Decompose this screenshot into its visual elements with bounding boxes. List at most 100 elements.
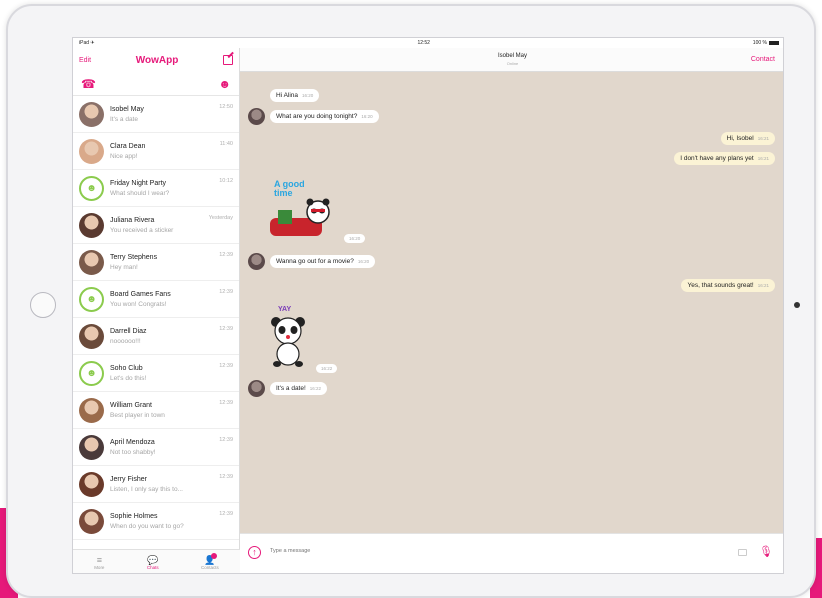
sticker-timestamp: 16:20 bbox=[344, 234, 366, 243]
group-avatar-icon: ☻ bbox=[79, 360, 104, 386]
chat-preview: What should I wear? bbox=[110, 189, 170, 197]
chat-list-item[interactable]: Clara Dean Nice app! 11:40 bbox=[73, 133, 239, 170]
chat-time: 12:39 bbox=[219, 326, 233, 332]
clock-label: 12:52 bbox=[417, 40, 430, 46]
microphone-icon[interactable]: 🎙 bbox=[759, 545, 773, 558]
chat-name: Isobel May bbox=[110, 105, 144, 113]
chat-name: Jerry Fisher bbox=[110, 475, 147, 483]
chat-preview: Listen, I only say this to... bbox=[110, 485, 183, 493]
chat-time: 12:50 bbox=[219, 104, 233, 110]
chat-time: 10:12 bbox=[219, 178, 233, 184]
message-input-bar: ↑ 🎙 bbox=[240, 533, 783, 573]
chat-list-item[interactable]: Terry Stephens Hey man! 12:39 bbox=[73, 244, 239, 281]
group-avatar-icon: ☻ bbox=[79, 286, 104, 312]
chat-text: Soho Club Let's do this! bbox=[110, 365, 233, 382]
chat-name: Terry Stephens bbox=[110, 253, 158, 261]
contact-button[interactable]: Contact bbox=[751, 56, 775, 63]
sidebar-header: Edit WowApp bbox=[73, 48, 239, 72]
avatar bbox=[79, 138, 104, 164]
chat-preview: noooooo!!! bbox=[110, 337, 141, 345]
message-input[interactable] bbox=[270, 548, 690, 554]
chat-text: Terry Stephens Hey man! bbox=[110, 254, 233, 271]
compose-icon[interactable] bbox=[223, 55, 233, 65]
chat-time: 12:39 bbox=[219, 289, 233, 295]
add-attachment-button[interactable]: ↑ bbox=[248, 546, 261, 559]
chat-name: Friday Night Party bbox=[110, 179, 167, 187]
chat-preview: You received a sticker bbox=[110, 226, 174, 234]
avatar bbox=[79, 397, 104, 423]
avatar bbox=[79, 434, 104, 460]
chat-preview: Not too shabby! bbox=[110, 448, 156, 456]
avatar[interactable] bbox=[248, 108, 265, 125]
status-bar: iPad ✈ 12:52 100 % bbox=[73, 38, 783, 48]
notification-badge bbox=[210, 553, 217, 559]
chat-time: 12:39 bbox=[219, 363, 233, 369]
message-outgoing: Hi, Isobel 16:21 bbox=[720, 132, 775, 145]
avatar[interactable] bbox=[248, 253, 265, 270]
sidebar-actions: ☎ ☻ bbox=[73, 72, 239, 96]
avatar bbox=[79, 212, 104, 238]
sticker-a-good-time[interactable]: A good time bbox=[268, 180, 338, 242]
chat-list-item[interactable]: Isobel May It's a date 12:50 bbox=[73, 96, 239, 133]
chat-text: William Grant Best player in town bbox=[110, 402, 233, 419]
chat-preview: Hey man! bbox=[110, 263, 138, 271]
chat-list-item[interactable]: ☻ Friday Night Party What should I wear? 10… bbox=[73, 170, 239, 207]
edit-button[interactable]: Edit bbox=[79, 57, 91, 64]
avatar bbox=[79, 323, 104, 349]
chat-name: April Mendoza bbox=[110, 438, 155, 446]
message-incoming: What are you doing tonight? 16:20 bbox=[270, 110, 379, 123]
phone-icon[interactable]: ☎ bbox=[81, 77, 96, 91]
chat-list-item[interactable]: ☻ Soho Club Let's do this! 12:39 bbox=[73, 355, 239, 392]
chat-time: 12:39 bbox=[219, 437, 233, 443]
chat-text: Board Games Fans You won! Congrats! bbox=[110, 291, 233, 308]
chat-list-item[interactable]: Juliana Rivera You received a sticker Yest… bbox=[73, 207, 239, 244]
message-outgoing: I don't have any plans yet 16:21 bbox=[674, 152, 775, 165]
tab-chats[interactable]: 💬 Chats bbox=[147, 555, 159, 570]
chat-time: 12:39 bbox=[219, 252, 233, 258]
ipad-frame: iPad ✈ 12:52 100 % Edit WowApp ☎ ☻ Isobe… bbox=[6, 4, 816, 598]
chat-time: Yesterday bbox=[208, 215, 233, 221]
tab-more[interactable]: ≡ More bbox=[94, 555, 104, 570]
message-incoming: Hi Alina 16:20 bbox=[270, 89, 320, 102]
conversation-header: Isobel May Online Contact bbox=[240, 48, 783, 72]
chat-preview: It's a date bbox=[110, 115, 138, 123]
chat-bubbles-icon: 💬 bbox=[147, 555, 159, 565]
group-avatar-icon: ☻ bbox=[79, 175, 104, 201]
group-icon[interactable]: ☻ bbox=[218, 77, 231, 91]
tab-bar: ≡ More 💬 Chats 👤 Contacts bbox=[73, 549, 240, 573]
chat-preview: Let's do this! bbox=[110, 374, 147, 382]
chat-name: Soho Club bbox=[110, 364, 143, 372]
chat-name: Clara Dean bbox=[110, 142, 146, 150]
chat-list-item[interactable]: ☻ Board Games Fans You won! Congrats! 12:39 bbox=[73, 281, 239, 318]
chat-list-item[interactable]: April Mendoza Not too shabby! 12:39 bbox=[73, 429, 239, 466]
chat-preview: You won! Congrats! bbox=[110, 300, 167, 308]
chat-text: Sophie Holmes When do you want to go? bbox=[110, 513, 233, 530]
app-screen: iPad ✈ 12:52 100 % Edit WowApp ☎ ☻ Isobe… bbox=[72, 37, 784, 574]
conversation-title: Isobel May Online bbox=[498, 53, 527, 67]
chat-name: Darrell Diaz bbox=[110, 327, 147, 335]
battery-icon bbox=[768, 41, 779, 45]
avatar bbox=[79, 508, 104, 534]
tab-label: Chats bbox=[146, 565, 159, 570]
message-outgoing: Yes, that sounds great! 16:21 bbox=[681, 279, 775, 292]
chat-list-item[interactable]: William Grant Best player in town 12:39 bbox=[73, 392, 239, 429]
message-incoming: It's a date! 16:22 bbox=[270, 382, 328, 395]
sticker-yay-panda[interactable]: YAY bbox=[268, 306, 308, 370]
chat-time: 12:39 bbox=[219, 400, 233, 406]
camera-icon[interactable] bbox=[738, 549, 747, 556]
sticker-caption: YAY bbox=[278, 306, 292, 313]
chat-text: Jerry Fisher Listen, I only say this to..… bbox=[110, 476, 233, 493]
home-button[interactable] bbox=[30, 292, 56, 318]
chat-list-item[interactable]: Jerry Fisher Listen, I only say this to..… bbox=[73, 466, 239, 503]
chat-sidebar: Edit WowApp ☎ ☻ Isobel May It's a date 12:… bbox=[73, 48, 240, 573]
contact-status: Online bbox=[506, 60, 519, 66]
message-incoming: Wanna go out for a movie? 16:20 bbox=[270, 255, 376, 268]
battery-indicator: 100 % bbox=[753, 40, 779, 46]
tab-contacts[interactable]: 👤 Contacts bbox=[201, 553, 219, 570]
avatar bbox=[79, 249, 104, 275]
chat-list-item[interactable]: Sophie Holmes When do you want to go? 12:3… bbox=[73, 503, 239, 540]
avatar[interactable] bbox=[248, 380, 265, 397]
chat-list-item[interactable]: Darrell Diaz noooooo!!! 12:39 bbox=[73, 318, 239, 355]
chat-preview: Best player in town bbox=[110, 411, 165, 419]
chat-text: Isobel May It's a date bbox=[110, 106, 233, 123]
